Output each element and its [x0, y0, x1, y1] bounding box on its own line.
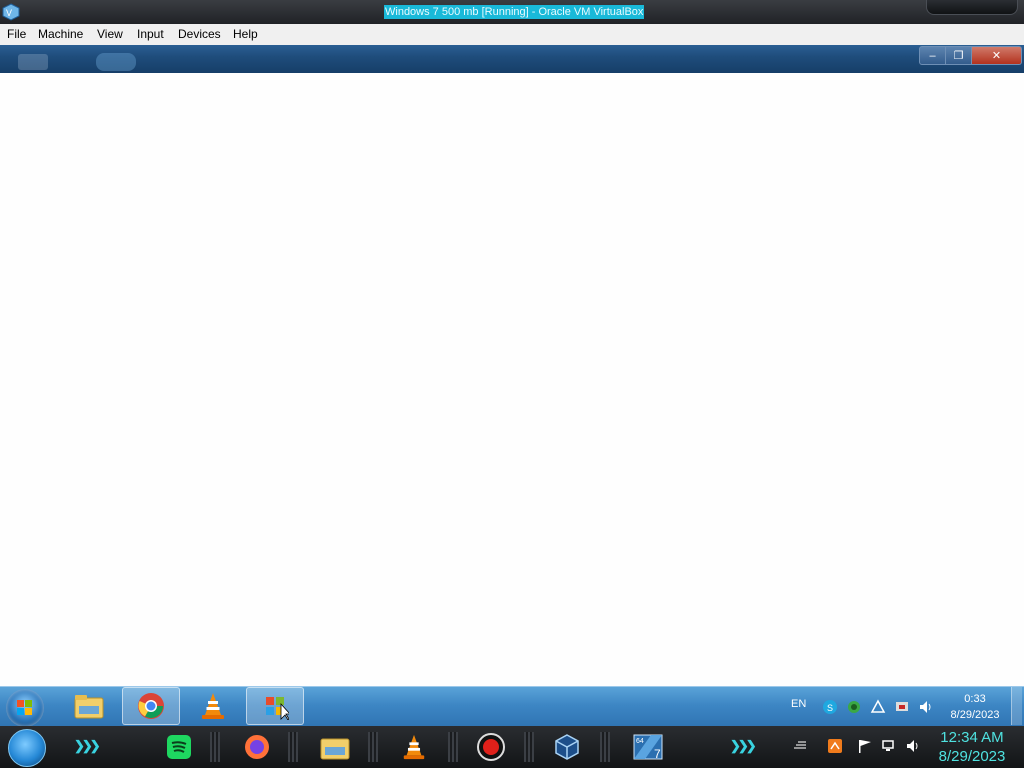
guest-window-content[interactable] — [0, 73, 1024, 686]
host-taskbar: ❯❯❯ 7 64 ❯❯❯ 12:34 AM 8/29/2023 — [0, 726, 1024, 768]
guest-start-button[interactable] — [6, 689, 44, 727]
menu-view[interactable]: View — [97, 27, 123, 42]
spotify-icon — [167, 735, 191, 759]
svg-text:7: 7 — [654, 747, 661, 761]
action-center-icon[interactable] — [894, 699, 910, 715]
show-desktop-button[interactable] — [1011, 687, 1022, 725]
window-icon — [18, 54, 48, 70]
minimize-button[interactable]: – — [919, 46, 946, 65]
guest-clock-time: 0:33 — [964, 693, 986, 705]
separator — [210, 732, 220, 762]
chrome-icon — [138, 693, 164, 719]
guest-taskbar: EN S 0:33 8/29/2023 — [0, 686, 1024, 727]
guest-clock[interactable]: 0:33 8/29/2023 — [945, 691, 1005, 723]
taskbar-vlc-host[interactable] — [395, 730, 433, 764]
window-title: Windows 7 500 mb [Running] - Oracle VM V… — [384, 5, 645, 19]
taskbar-file-explorer[interactable] — [316, 730, 354, 764]
volume-icon[interactable] — [918, 699, 934, 715]
taskbar-chrome[interactable] — [122, 687, 180, 725]
network-icon[interactable] — [881, 738, 897, 754]
guest-screen: – ❐ ✕ — [0, 45, 1024, 686]
windows7-64-icon: 7 64 — [633, 734, 663, 761]
skype-icon[interactable]: S — [822, 699, 838, 715]
language-indicator[interactable]: EN — [791, 698, 806, 710]
separator — [288, 732, 298, 762]
app-tray-icon[interactable] — [827, 738, 843, 754]
menu-machine[interactable]: Machine — [38, 27, 83, 42]
expand-tray-icon[interactable] — [792, 738, 808, 754]
network-tray-icon[interactable] — [846, 699, 862, 715]
menu-devices[interactable]: Devices — [178, 27, 221, 42]
vlc-icon — [202, 693, 224, 719]
menu-file[interactable]: File — [7, 27, 26, 42]
virtualbox-icon — [555, 734, 579, 760]
windows-logo-icon — [17, 700, 32, 715]
taskbar-explorer[interactable] — [60, 687, 118, 725]
recycle-tray-icon[interactable] — [870, 699, 886, 715]
volume-icon[interactable] — [905, 738, 921, 754]
host-clock[interactable]: 12:34 AM 8/29/2023 — [934, 728, 1010, 766]
decor-chevrons-right: ❯❯❯ — [730, 738, 757, 753]
maximize-button[interactable]: ❐ — [945, 46, 972, 65]
separator — [524, 732, 534, 762]
flag-icon[interactable] — [857, 738, 873, 754]
taskbar-spotify[interactable] — [160, 730, 198, 764]
guest-window-titlebar: – ❐ ✕ — [0, 45, 1024, 73]
close-button[interactable]: ✕ — [971, 46, 1022, 65]
host-title-bar: V Windows 7 500 mb [Running] - Oracle VM… — [0, 0, 1024, 24]
taskbar-firefox[interactable] — [238, 730, 276, 764]
host-clock-time: 12:34 AM — [940, 729, 1004, 746]
svg-text:64: 64 — [636, 738, 644, 745]
host-clock-date: 8/29/2023 — [938, 748, 1006, 765]
menu-help[interactable]: Help — [233, 27, 258, 42]
taskbar-recorder[interactable] — [472, 730, 510, 764]
file-explorer-icon — [320, 738, 350, 760]
menu-input[interactable]: Input — [137, 27, 164, 42]
folder-icon — [74, 695, 104, 719]
taskbar-windows7-vm[interactable]: 7 64 — [628, 730, 668, 764]
virtualbox-icon: V — [2, 3, 20, 21]
taskbar-virtualbox[interactable] — [548, 730, 586, 764]
svg-text:S: S — [827, 703, 833, 713]
firefox-icon — [245, 735, 269, 759]
taskbar-vlc[interactable] — [184, 687, 242, 725]
separator — [448, 732, 458, 762]
taskbar-windows-setup[interactable] — [246, 687, 304, 725]
record-icon — [477, 733, 505, 761]
window-title-blur — [96, 53, 136, 71]
windows-setup-icon — [266, 697, 289, 720]
svg-text:V: V — [6, 8, 12, 18]
menu-bar: File Machine View Input Devices Help — [0, 24, 1024, 46]
host-window-controls[interactable] — [926, 0, 1018, 15]
vlc-icon — [403, 734, 425, 760]
decor-chevrons-left: ❯❯❯ — [74, 738, 101, 753]
host-start-button[interactable] — [8, 729, 46, 767]
separator — [368, 732, 378, 762]
separator — [600, 732, 610, 762]
guest-clock-date: 8/29/2023 — [950, 709, 1000, 721]
